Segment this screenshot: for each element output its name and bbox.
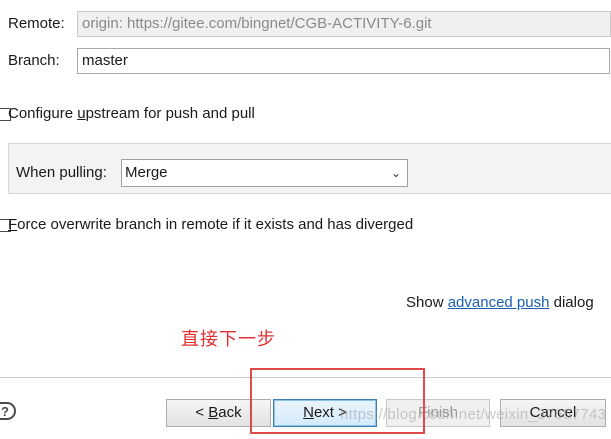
when-pulling-label: When pulling:	[16, 164, 107, 181]
annotation-text: 直接下一步	[181, 329, 276, 349]
push-branch-dialog: Remote: origin: https://gitee.com/bingne…	[0, 0, 611, 439]
remote-label: Remote:	[8, 15, 65, 32]
watermark-text: https://blog.csdn.net/weixin_37657743	[340, 406, 607, 423]
configure-upstream-mnemonic: u	[77, 105, 86, 122]
back-button-prefix: <	[195, 404, 209, 421]
advanced-push-line: Show advanced push dialog	[406, 293, 594, 313]
advanced-push-link[interactable]: advanced push	[448, 294, 550, 311]
button-bar-separator	[0, 377, 611, 379]
when-pulling-value: Merge	[125, 164, 168, 181]
force-overwrite-text: orce overwrite branch in remote if it ex…	[17, 216, 414, 233]
help-icon[interactable]: ?	[0, 402, 16, 420]
configure-upstream-text-prefix: Configure	[8, 105, 78, 122]
force-overwrite-label[interactable]: Force overwrite branch in remote if it e…	[8, 215, 413, 235]
force-overwrite-mnemonic: F	[8, 216, 18, 233]
branch-label: Branch:	[8, 52, 60, 69]
next-button-mnemonic: N	[303, 404, 314, 421]
remote-field: origin: https://gitee.com/bingnet/CGB-AC…	[77, 11, 611, 37]
chevron-down-icon: ⌄	[390, 166, 401, 180]
when-pulling-select[interactable]: Merge ⌄	[121, 159, 408, 187]
advanced-push-prefix: Show	[406, 294, 448, 311]
back-button-mnemonic: B	[208, 404, 219, 421]
advanced-push-suffix: dialog	[549, 294, 594, 311]
configure-upstream-label[interactable]: Configure upstream for push and pull	[8, 104, 255, 124]
back-button[interactable]: < Back	[166, 399, 271, 427]
configure-upstream-text-suffix: pstream for push and pull	[85, 105, 255, 122]
branch-field[interactable]: master	[77, 48, 610, 74]
back-button-suffix: ack	[218, 404, 242, 421]
